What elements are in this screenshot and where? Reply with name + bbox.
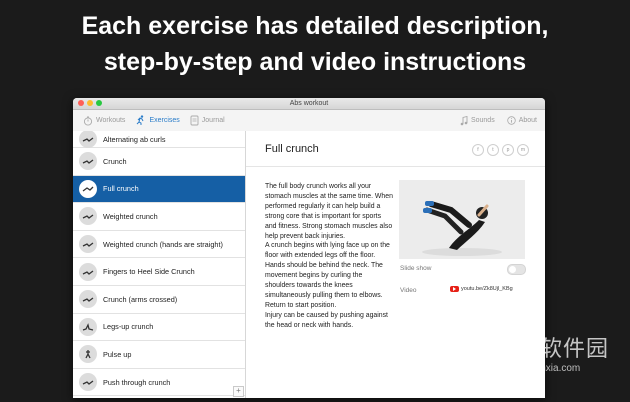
slideshow-toggle[interactable]	[507, 264, 526, 275]
exercise-list: Alternating ab curls Crunch Full crunch …	[73, 131, 246, 398]
running-man-icon	[137, 115, 144, 125]
facebook-icon[interactable]: f	[472, 144, 484, 156]
mail-icon[interactable]: m	[517, 144, 529, 156]
sounds-label: Sounds	[470, 117, 495, 124]
list-item[interactable]: Weighted crunch (hands are straight)	[73, 231, 245, 259]
list-item-selected[interactable]: Full crunch	[73, 175, 245, 204]
list-item-label: Legs-up crunch	[103, 322, 154, 332]
exercise-thumbnail-icon	[79, 131, 97, 148]
list-item-label: Push through crunch	[103, 377, 171, 387]
list-item[interactable]: Alternating ab curls	[73, 131, 245, 148]
list-item-label: Fingers to Heel Side Crunch	[103, 267, 195, 277]
slideshow-label: Slide show	[400, 265, 432, 272]
list-item-label: Alternating ab curls	[103, 134, 166, 144]
headline-line-2: step-by-step and video instructions	[103, 48, 527, 76]
divider	[246, 166, 545, 167]
watermark-text: 当下软件园	[494, 336, 610, 361]
youtube-icon	[450, 286, 459, 292]
music-note-icon	[460, 115, 468, 125]
twitter-icon[interactable]: t	[487, 144, 499, 156]
pinterest-icon[interactable]: p	[502, 144, 514, 156]
add-exercise-button[interactable]: +	[233, 386, 244, 397]
exercise-thumbnail-icon	[79, 207, 97, 226]
toolbar: Workouts Exercises Journal Sounds About	[73, 110, 545, 132]
list-item[interactable]: Legs-up crunch	[73, 314, 245, 342]
exercise-description: The full body crunch works all your stom…	[265, 183, 393, 329]
tab-exercises-label: Exercises	[149, 117, 180, 124]
exercise-thumbnail-icon	[79, 317, 97, 336]
about-label: About	[518, 117, 537, 124]
about-button[interactable]: About	[507, 116, 537, 125]
list-item[interactable]: Fingers to Heel Side Crunch	[73, 258, 245, 286]
list-item[interactable]: Weighted crunch	[73, 203, 245, 231]
traffic-lights	[78, 100, 102, 106]
exercise-thumbnail-icon	[79, 373, 97, 392]
video-link[interactable]: youtu.be/Zk8Ujl_KBg	[450, 286, 513, 292]
video-url: youtu.be/Zk8Ujl_KBg	[461, 286, 513, 292]
list-item[interactable]: Push through crunch	[73, 369, 245, 397]
list-item-label: Crunch (arms crossed)	[103, 294, 178, 304]
watermark-url: www.downxia.com	[498, 363, 581, 374]
exercise-thumbnail-icon	[79, 179, 97, 198]
window-title: Abs workout	[289, 100, 329, 107]
list-item-label: Weighted crunch (hands are straight)	[103, 239, 223, 249]
zoom-window-button[interactable]	[96, 100, 102, 106]
exercise-thumbnail-icon	[79, 262, 97, 281]
tab-workouts-label: Workouts	[96, 117, 126, 124]
headline-line-1: Each exercise has detailed description,	[81, 12, 549, 40]
share-buttons: f t p m	[472, 144, 529, 156]
tab-exercises[interactable]: Exercises	[135, 115, 180, 126]
headline: Each exercise has detailed description, …	[0, 8, 630, 80]
crunch-figure-image	[422, 201, 502, 256]
close-window-button[interactable]	[78, 100, 84, 106]
list-item[interactable]: Pulse up	[73, 341, 245, 369]
list-item-label: Crunch	[103, 156, 127, 166]
tab-journal[interactable]: Journal	[190, 115, 225, 126]
download-logo-icon: ↓	[450, 327, 498, 375]
video-label: Video	[400, 287, 417, 294]
info-icon	[507, 116, 516, 125]
list-item[interactable]: Crunch (arms crossed)	[73, 286, 245, 314]
journal-icon	[190, 115, 199, 126]
list-item[interactable]: Crunch	[73, 148, 245, 176]
watermark: ↓ 当下软件园 www.downxia.com	[450, 323, 630, 402]
list-item-label: Full crunch	[103, 184, 139, 194]
stopwatch-icon	[83, 116, 93, 126]
exercise-thumbnail-icon	[79, 235, 97, 254]
tab-journal-label: Journal	[201, 117, 225, 124]
exercise-thumbnail-icon	[79, 345, 97, 364]
exercise-thumbnail-icon	[79, 152, 97, 171]
title-bar: Abs workout	[73, 98, 545, 110]
tab-workouts[interactable]: Workouts	[83, 116, 125, 126]
minimize-window-button[interactable]	[87, 100, 93, 106]
sounds-button[interactable]: Sounds	[460, 115, 495, 126]
list-item-label: Pulse up	[103, 349, 132, 359]
exercise-thumbnail-icon	[79, 290, 97, 309]
exercise-photo	[399, 180, 525, 259]
exercise-title: Full crunch	[265, 143, 319, 155]
list-item-label: Weighted crunch	[103, 211, 158, 221]
